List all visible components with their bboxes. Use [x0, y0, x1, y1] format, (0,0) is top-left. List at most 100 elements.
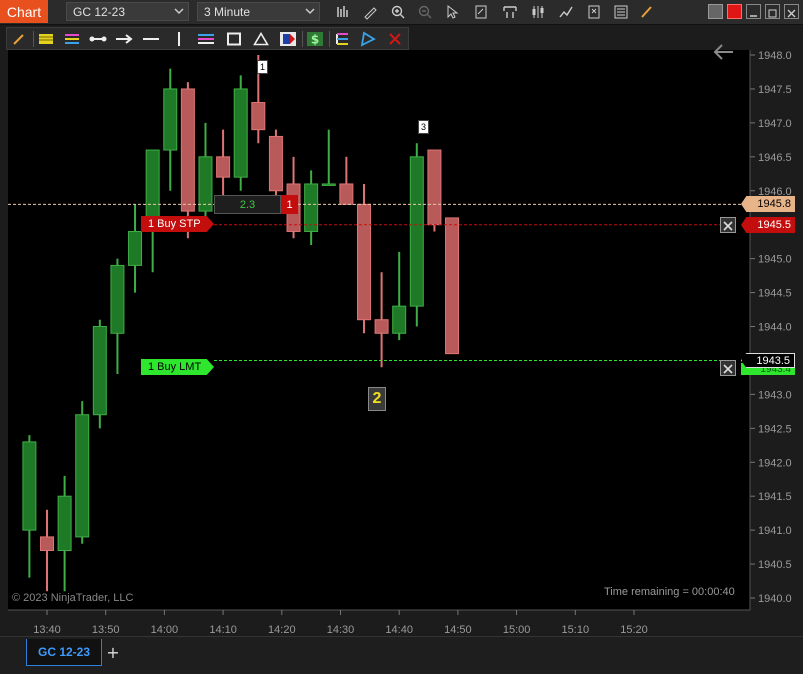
zoom-out-icon[interactable]	[416, 3, 434, 21]
horizontal-line-icon[interactable]	[142, 30, 160, 48]
candle[interactable]	[268, 129, 283, 198]
y-tick-label: 1945.0	[758, 254, 792, 266]
cancel-buy-stp-button[interactable]	[720, 217, 736, 233]
buy-lmt-price-label: 1943.5	[741, 353, 795, 368]
candle[interactable]	[92, 319, 107, 429]
line-chart-icon[interactable]	[557, 3, 575, 21]
candle[interactable]	[163, 68, 178, 191]
x-tick-label: 13:50	[92, 624, 120, 636]
zoom-in-icon[interactable]	[389, 3, 407, 21]
rectangle-icon[interactable]	[225, 30, 243, 48]
position-qty-value: 1	[286, 198, 293, 211]
trade-marker-2[interactable]: 2	[368, 387, 386, 411]
x-tick-label: 15:00	[503, 624, 531, 636]
minimize-window-button[interactable]	[746, 4, 761, 19]
buy-stp-text: 1 Buy STP	[148, 218, 201, 230]
segment-icon[interactable]	[89, 30, 107, 48]
candle[interactable]	[427, 149, 442, 232]
pencil-icon[interactable]	[361, 3, 379, 21]
dollar-icon[interactable]: $	[306, 30, 324, 48]
candle[interactable]	[356, 183, 371, 334]
cancel-buy-lmt-button[interactable]	[720, 360, 736, 376]
candle[interactable]	[145, 149, 160, 273]
candle-body	[92, 326, 107, 416]
candle-body	[445, 217, 460, 355]
candle[interactable]	[216, 129, 231, 198]
close-color-button[interactable]	[727, 4, 742, 19]
bar-chart-icon[interactable]	[334, 3, 352, 21]
candle-body	[110, 264, 125, 334]
minimize-button[interactable]	[708, 4, 723, 19]
y-tick-label: 1944.0	[758, 322, 792, 334]
candle[interactable]	[339, 156, 354, 205]
buy-stp-order-label[interactable]: 1 Buy STP	[141, 216, 214, 232]
draw-tool-icon[interactable]	[638, 3, 656, 21]
price-chart[interactable]	[8, 50, 750, 610]
top-toolbar: Chart GC 12-23 3 Minute	[0, 0, 803, 25]
candle[interactable]	[128, 204, 143, 293]
buy-lmt-order-label[interactable]: 1 Buy LMT	[141, 359, 214, 375]
interval-selector[interactable]: 3 Minute	[197, 2, 320, 21]
pointer-icon[interactable]	[443, 3, 461, 21]
properties-icon[interactable]	[612, 3, 630, 21]
triangle-icon[interactable]	[252, 30, 270, 48]
back-arrow-icon[interactable]	[713, 43, 735, 61]
x-tick-label: 14:40	[385, 624, 413, 636]
region-icon[interactable]	[279, 30, 297, 48]
delete-draw-icon[interactable]	[386, 30, 404, 48]
candle[interactable]	[233, 75, 248, 191]
fib-ext-icon[interactable]	[333, 30, 351, 48]
arrow-line-icon[interactable]	[115, 30, 133, 48]
maximize-window-button[interactable]	[765, 4, 780, 19]
position-pnl-value: 2.3	[239, 198, 256, 211]
window-title: Chart	[0, 0, 48, 23]
close-icon	[723, 364, 733, 374]
candle[interactable]	[445, 217, 460, 355]
edit-doc-icon[interactable]	[472, 3, 490, 21]
instrument-selector[interactable]: GC 12-23	[66, 2, 189, 21]
candle[interactable]	[374, 272, 389, 368]
position-pnl-box[interactable]: 2.3	[214, 195, 281, 214]
candle[interactable]	[180, 82, 195, 239]
y-tick-label: 1942.5	[758, 423, 792, 435]
candle[interactable]	[110, 258, 125, 375]
y-tick-label: 1946.5	[758, 152, 792, 164]
candle[interactable]	[409, 143, 424, 327]
x-tick-label: 14:20	[268, 624, 296, 636]
position-qty-box[interactable]: 1	[281, 195, 298, 214]
strategy-icon[interactable]	[585, 3, 603, 21]
y-tick-label: 1946.0	[758, 186, 792, 198]
vertical-line-icon[interactable]	[170, 30, 188, 48]
tab-gc-12-23[interactable]: GC 12-23	[26, 639, 102, 666]
x-tick-label: 14:30	[327, 624, 355, 636]
add-tab-button[interactable]: +	[104, 642, 122, 662]
candle-body	[163, 88, 178, 151]
candle[interactable]	[198, 122, 213, 225]
current-price-label: 1945.8	[741, 196, 795, 212]
close-window-button[interactable]	[784, 4, 799, 19]
candle[interactable]	[304, 170, 319, 246]
channel-icon[interactable]	[197, 30, 215, 48]
instrument-label: GC 12-23	[73, 4, 126, 19]
chevron-down-icon	[305, 8, 315, 15]
candle-body	[339, 183, 354, 205]
candle[interactable]	[40, 509, 54, 592]
trade-marker-1[interactable]: 1	[257, 60, 268, 74]
pencil-icon[interactable]	[10, 30, 28, 48]
candle-body	[216, 156, 231, 178]
candle[interactable]	[321, 129, 336, 186]
candle[interactable]	[57, 475, 72, 592]
fib-icon[interactable]	[37, 30, 55, 48]
candlestick-icon[interactable]	[529, 3, 547, 21]
y-tick-label: 1947.5	[758, 84, 792, 96]
layers-icon[interactable]	[63, 30, 81, 48]
ruler-icon[interactable]	[359, 30, 377, 48]
candle[interactable]	[75, 401, 90, 544]
candle[interactable]	[22, 435, 37, 578]
trade-marker-3[interactable]: 3	[418, 120, 429, 134]
add-tab-label: +	[106, 642, 120, 662]
brackets-icon[interactable]	[501, 3, 519, 21]
buy-lmt-price-text: 1943.5	[756, 354, 790, 367]
candle[interactable]	[392, 251, 407, 341]
chart-canvas[interactable]	[8, 50, 750, 610]
